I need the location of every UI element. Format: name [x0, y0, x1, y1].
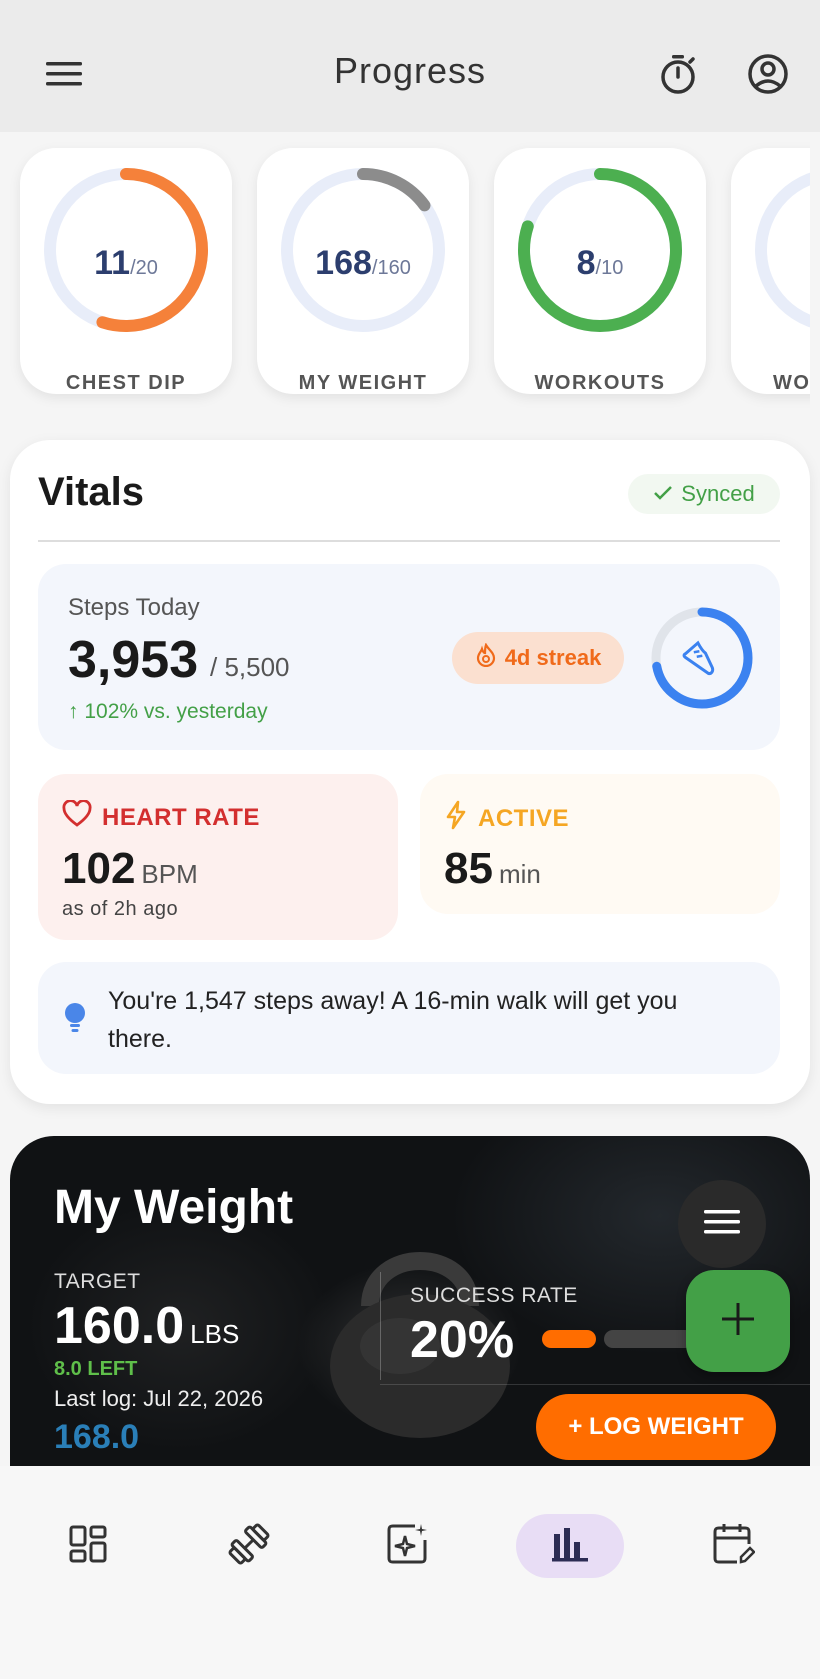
sync-status-text: Synced — [681, 481, 755, 506]
ring-value: 8/10 — [576, 244, 624, 282]
ring-label: CHEST DIP — [65, 372, 187, 394]
ring-label: MY WEIGHT — [298, 372, 428, 394]
ring-card-chest-dip[interactable]: 11/20 CHEST DIP — [20, 148, 232, 394]
target-value: 160.0 LBS — [54, 1297, 240, 1355]
success-rate-bar-fill — [542, 1330, 596, 1348]
plus-icon — [720, 1301, 756, 1342]
heart-rate-value: 102 BPM — [62, 844, 198, 893]
ring-label: WORKOUTS — [534, 372, 666, 394]
ring-value: 168/160 — [315, 244, 411, 282]
nav-calendar[interactable] — [679, 1514, 787, 1578]
vitals-title: Vitals — [38, 470, 144, 514]
vitals-card: Vitals Synced Steps Today 3,953 / 5,500 … — [10, 440, 810, 1104]
streak-badge: 4d streak — [452, 632, 624, 684]
ring-card-workouts[interactable]: 8/10 WORKOUTS — [494, 148, 706, 394]
active-minutes-panel[interactable]: ACTIVE 85 min — [420, 774, 780, 914]
nav-progress[interactable] — [516, 1514, 624, 1578]
dumbbell-icon — [227, 1522, 271, 1571]
active-value: 85 min — [444, 844, 541, 893]
ring-value: 11/20 — [94, 244, 158, 282]
success-rate-value: 20% — [410, 1311, 515, 1369]
weight-title: My Weight — [54, 1181, 294, 1234]
weight-left: 8.0 LEFT — [54, 1358, 138, 1380]
divider — [38, 540, 780, 542]
nav-workouts[interactable] — [195, 1514, 303, 1578]
add-fab-button[interactable] — [686, 1270, 790, 1372]
account-circle-icon[interactable] — [744, 50, 792, 98]
steps-goal: / 5,500 — [210, 652, 290, 682]
calendar-edit-icon — [711, 1522, 756, 1571]
heart-rate-header: HEART RATE — [62, 799, 260, 835]
heart-rate-panel[interactable]: HEART RATE 102 BPM as of 2h ago — [38, 774, 398, 940]
stopwatch-icon[interactable] — [654, 50, 702, 98]
sync-status-badge: Synced — [628, 474, 780, 514]
ai-sparkle-icon — [385, 1522, 429, 1571]
dashboard-icon — [68, 1524, 108, 1569]
nav-dashboard[interactable] — [34, 1514, 142, 1578]
tip-banner: You're 1,547 steps away! A 16-min walk w… — [38, 962, 780, 1074]
check-icon — [653, 481, 673, 507]
active-label: ACTIVE — [478, 804, 570, 832]
fab-menu-button[interactable] — [678, 1180, 766, 1268]
heart-icon — [62, 799, 92, 835]
steps-value: 3,953 — [68, 631, 199, 689]
streak-text: 4d streak — [504, 645, 602, 670]
ring-card-partial[interactable]: WO — [731, 148, 810, 394]
lightning-bolt-icon — [444, 800, 468, 837]
app-bar: Progress — [0, 0, 820, 132]
lightbulb-icon — [64, 1002, 86, 1039]
divider — [380, 1272, 381, 1380]
heart-rate-label: HEART RATE — [102, 803, 260, 831]
success-rate-bar-track — [604, 1330, 694, 1348]
hamburger-menu-icon — [704, 1209, 740, 1240]
tip-text: You're 1,547 steps away! A 16-min walk w… — [108, 987, 678, 1053]
goal-rings-row[interactable]: 11/20 CHEST DIP 168/160 MY WEIGHT 8/10 W… — [0, 132, 810, 412]
divider — [380, 1384, 810, 1385]
flame-icon — [475, 642, 497, 673]
success-rate-label: SUCCESS RATE — [410, 1284, 578, 1307]
last-log: Last log: Jul 22, 2026 — [54, 1386, 264, 1411]
active-header: ACTIVE — [444, 800, 569, 837]
progress-ring — [755, 172, 810, 328]
steps-progress-ring — [651, 607, 753, 709]
nav-ai-coach[interactable] — [353, 1514, 461, 1578]
steps-label: Steps Today — [68, 594, 200, 621]
steps-delta: ↑ 102% vs. yesterday — [68, 700, 268, 723]
sneaker-icon — [682, 640, 715, 676]
heart-rate-timestamp: as of 2h ago — [62, 898, 179, 920]
target-label: TARGET — [54, 1270, 141, 1293]
current-weight: 168.0 — [54, 1418, 140, 1456]
ring-card-my-weight[interactable]: 168/160 MY WEIGHT — [257, 148, 469, 394]
log-weight-button[interactable]: + LOG WEIGHT — [536, 1394, 776, 1460]
steps-panel[interactable]: Steps Today 3,953 / 5,500 ↑ 102% vs. yes… — [38, 564, 780, 750]
bottom-navigation — [0, 1466, 820, 1679]
ring-label: WO — [773, 372, 810, 394]
bar-chart-icon — [550, 1524, 590, 1569]
